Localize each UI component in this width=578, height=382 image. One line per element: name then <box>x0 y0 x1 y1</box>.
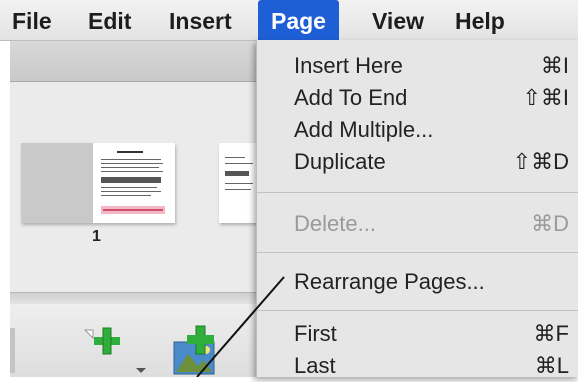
shortcut-first: ⌘F <box>533 321 569 346</box>
menu-help[interactable]: Help <box>455 4 505 38</box>
menu-item-duplicate[interactable]: Duplicate ⇧⌘D <box>257 146 578 178</box>
menu-page[interactable]: Page <box>258 0 339 40</box>
menu-file[interactable]: File <box>12 4 52 38</box>
menu-item-add-multiple[interactable]: Add Multiple... <box>257 114 578 146</box>
shortcut-insert-here: ⌘I <box>540 53 569 78</box>
menu-bar: File Edit Insert Page View Help <box>0 0 578 41</box>
thumbnail-page-number: 1 <box>92 228 101 245</box>
page-thumbnail[interactable] <box>21 143 175 223</box>
menu-item-first[interactable]: First ⌘F <box>257 318 578 350</box>
menu-item-last[interactable]: Last ⌘L <box>257 350 578 382</box>
dropdown-arrow-icon[interactable] <box>135 362 147 373</box>
menu-item-add-to-end[interactable]: Add To End ⇧⌘I <box>257 82 578 114</box>
thumbnail-left-panel <box>21 143 93 223</box>
shortcut-delete: ⌘D <box>531 211 569 236</box>
menu-item-rearrange-pages[interactable]: Rearrange Pages... <box>257 266 578 298</box>
menu-view[interactable]: View <box>372 4 424 38</box>
menu-edit[interactable]: Edit <box>88 4 131 38</box>
add-page-icon[interactable] <box>83 324 125 374</box>
toolbar-edge <box>10 328 15 373</box>
menu-separator <box>257 192 578 193</box>
menu-separator <box>257 252 578 253</box>
menu-separator <box>257 310 578 311</box>
page-menu-dropdown: Insert Here ⌘I Add To End ⇧⌘I Add Multip… <box>256 40 578 378</box>
shortcut-duplicate: ⇧⌘D <box>512 149 569 174</box>
shortcut-add-to-end: ⇧⌘I <box>522 85 569 110</box>
thumbnail-page-preview <box>93 143 175 223</box>
insert-image-icon[interactable] <box>172 324 222 376</box>
page-thumbnail-2[interactable] <box>219 143 259 223</box>
menu-item-insert-here[interactable]: Insert Here ⌘I <box>257 50 578 82</box>
menu-item-delete: Delete... ⌘D <box>257 208 578 240</box>
menu-insert[interactable]: Insert <box>169 4 232 38</box>
shortcut-last: ⌘L <box>534 353 569 378</box>
